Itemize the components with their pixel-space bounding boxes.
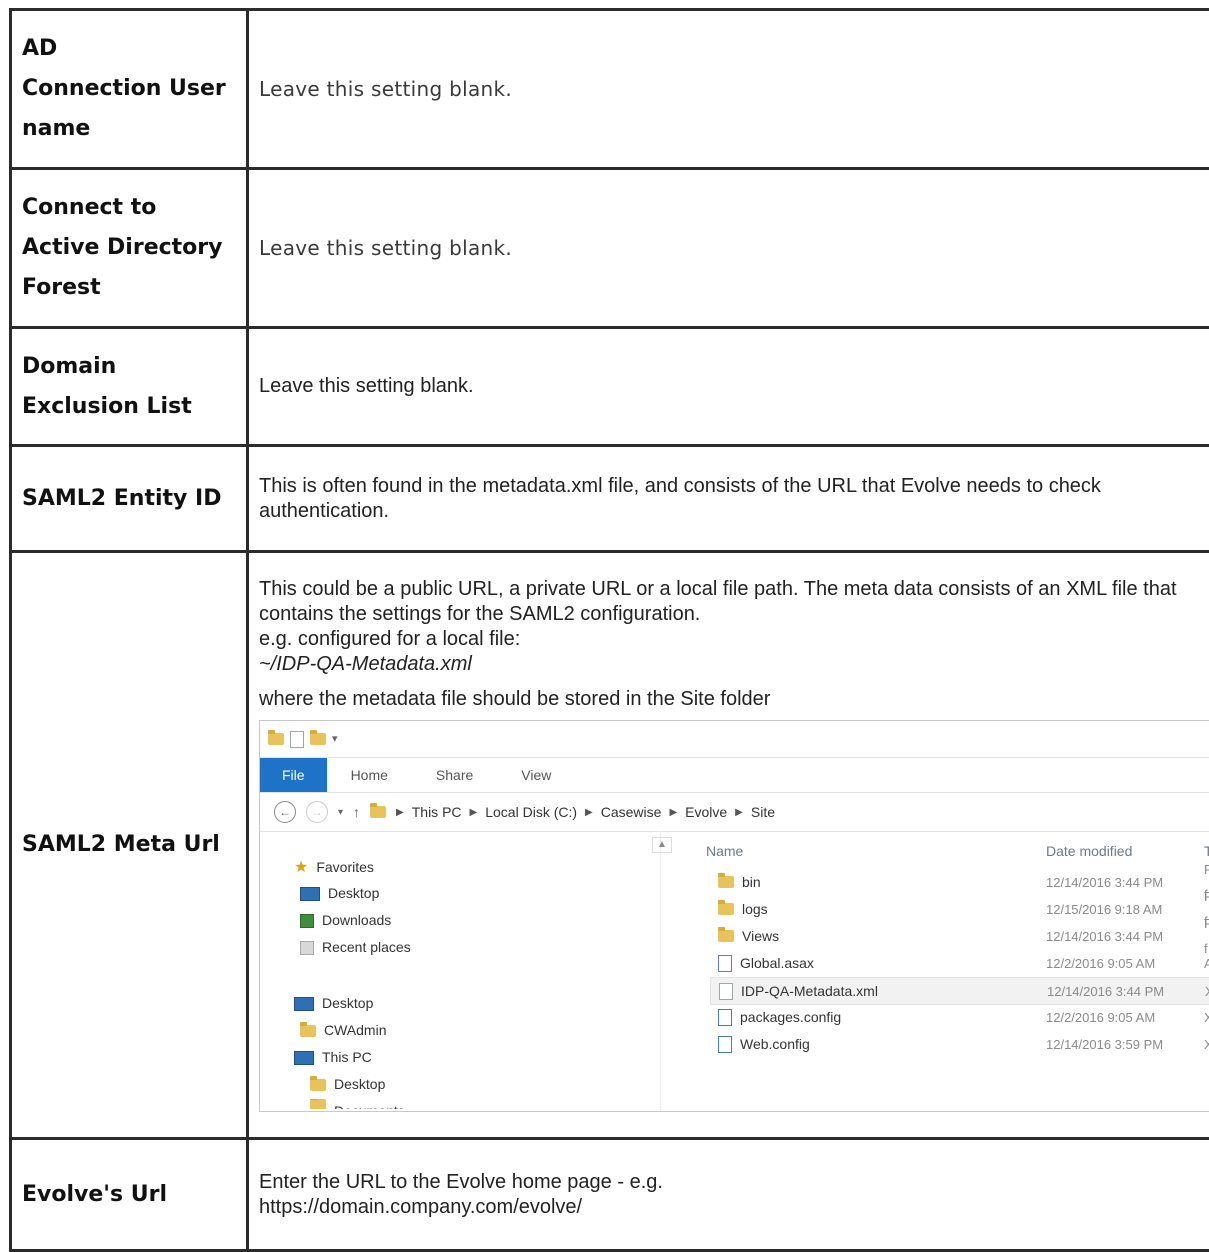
documents-icon bbox=[310, 1099, 326, 1109]
file-row[interactable]: Views 12/14/2016 3:44 PM File f bbox=[710, 923, 1209, 949]
ribbon-tabs: File Home Share View bbox=[260, 758, 1209, 793]
downloads-icon bbox=[300, 914, 314, 928]
description-text: e.g. configured for a local file: bbox=[259, 627, 1209, 652]
breadcrumb-item[interactable]: This PC bbox=[412, 800, 462, 825]
scroll-up-arrow-icon[interactable]: ▲ bbox=[652, 837, 672, 853]
nav-item-recent-places[interactable]: Recent places bbox=[300, 935, 411, 960]
file-row[interactable]: Web.config 12/14/2016 3:59 PM XML bbox=[710, 1031, 1209, 1057]
desktop-folder-icon bbox=[310, 1079, 326, 1091]
setting-label: SAML2 Entity ID bbox=[11, 446, 248, 552]
quick-access-toolbar: ▾ bbox=[260, 721, 1209, 758]
tab-view[interactable]: View bbox=[497, 763, 575, 788]
label-line: Exclusion List bbox=[22, 387, 246, 427]
qat-dropdown-icon: ▾ bbox=[332, 727, 338, 752]
column-header-name[interactable]: Name bbox=[706, 839, 743, 864]
config-file-icon bbox=[718, 1009, 732, 1026]
forward-button-icon[interactable]: → bbox=[306, 801, 328, 823]
setting-description: Leave this setting blank. bbox=[248, 10, 1209, 169]
recent-places-icon bbox=[300, 941, 314, 955]
tab-file[interactable]: File bbox=[260, 758, 327, 792]
setting-description: Leave this setting blank. bbox=[248, 169, 1209, 328]
table-row: SAML2 Meta Url This could be a public UR… bbox=[11, 552, 1209, 1139]
desktop-icon bbox=[300, 887, 320, 901]
label-line: Forest bbox=[22, 268, 246, 308]
back-button-icon[interactable]: ← bbox=[274, 801, 296, 823]
label-line: Active Directory bbox=[22, 228, 246, 268]
setting-description: Enter the URL to the Evolve home page - … bbox=[248, 1139, 1209, 1251]
folder-icon bbox=[310, 733, 326, 745]
tab-home[interactable]: Home bbox=[327, 763, 412, 788]
label-line: SAML2 Entity ID bbox=[22, 479, 246, 519]
file-row[interactable]: packages.config 12/2/2016 9:05 AM XML bbox=[710, 1004, 1209, 1030]
label-line: SAML2 Meta Url bbox=[22, 825, 246, 865]
table-row: Connect to Active Directory Forest Leave… bbox=[11, 169, 1209, 328]
folder-icon bbox=[268, 733, 284, 745]
nav-item-desktop[interactable]: Desktop bbox=[300, 881, 379, 906]
settings-table: AD Connection User name Leave this setti… bbox=[9, 8, 1209, 1252]
file-list-pane: Name Date modified Type bin 12/14/2016 3… bbox=[690, 831, 1209, 1111]
file-row[interactable]: logs 12/15/2016 9:18 AM File f bbox=[710, 896, 1209, 922]
table-row: AD Connection User name Leave this setti… bbox=[11, 10, 1209, 169]
tab-share[interactable]: Share bbox=[412, 763, 497, 788]
nav-item-desktop[interactable]: Desktop bbox=[294, 991, 373, 1016]
nav-item-favorites[interactable]: ★Favorites bbox=[294, 855, 374, 880]
table-row: SAML2 Entity ID This is often found in t… bbox=[11, 446, 1209, 552]
label-line: Evolve's Url bbox=[22, 1175, 246, 1215]
star-icon: ★ bbox=[294, 855, 308, 880]
label-line: Connection User bbox=[22, 69, 246, 109]
new-document-icon bbox=[290, 731, 304, 748]
setting-label: Connect to Active Directory Forest bbox=[11, 169, 248, 328]
breadcrumb-item[interactable]: Local Disk (C:) bbox=[485, 800, 577, 825]
setting-label: AD Connection User name bbox=[11, 10, 248, 169]
nav-item-downloads[interactable]: Downloads bbox=[300, 908, 391, 933]
breadcrumb-item[interactable]: Site bbox=[751, 800, 775, 825]
pc-icon bbox=[294, 1051, 314, 1065]
file-row[interactable]: IDP-QA-Metadata.xml 12/14/2016 3:44 PM X… bbox=[710, 977, 1209, 1005]
label-line: name bbox=[22, 109, 246, 149]
nav-item-cwadmin[interactable]: CWAdmin bbox=[300, 1018, 387, 1043]
table-row: Domain Exclusion List Leave this setting… bbox=[11, 328, 1209, 446]
table-row: Evolve's Url Enter the URL to the Evolve… bbox=[11, 1139, 1209, 1251]
desktop-icon bbox=[294, 997, 314, 1011]
nav-item-desktop[interactable]: Desktop bbox=[310, 1072, 385, 1097]
file-row[interactable]: bin 12/14/2016 3:44 PM File f bbox=[710, 869, 1209, 895]
url-text: https://domain.company.com/evolve/ bbox=[259, 1195, 1209, 1220]
folder-icon bbox=[718, 876, 734, 888]
folder-icon bbox=[718, 903, 734, 915]
nav-item-this-pc[interactable]: This PC bbox=[294, 1045, 372, 1070]
label-line: Domain bbox=[22, 347, 246, 387]
setting-label: Evolve's Url bbox=[11, 1139, 248, 1251]
xml-file-icon bbox=[719, 983, 733, 1000]
up-arrow-icon[interactable]: ↑ bbox=[353, 800, 360, 825]
breadcrumb: ▶This PC ▶Local Disk (C:) ▶Casewise ▶Evo… bbox=[396, 800, 775, 825]
column-header-date[interactable]: Date modified bbox=[1046, 839, 1132, 864]
folder-icon bbox=[718, 930, 734, 942]
setting-label: SAML2 Meta Url bbox=[11, 552, 248, 1139]
setting-description: Leave this setting blank. bbox=[248, 328, 1209, 446]
recent-locations-icon[interactable]: ▾ bbox=[338, 800, 343, 825]
description-text: Enter the URL to the Evolve home page - … bbox=[259, 1170, 1209, 1195]
address-bar: ← → ▾ ↑ ▶This PC ▶Local Disk (C:) ▶Casew… bbox=[260, 793, 1209, 832]
description-text: where the metadata file should be stored… bbox=[259, 687, 1209, 712]
label-line: AD bbox=[22, 29, 246, 69]
file-explorer-screenshot: ▾ File Home Share View ← → ▾ ↑ ▶This PC bbox=[259, 720, 1209, 1112]
breadcrumb-item[interactable]: Evolve bbox=[685, 800, 727, 825]
breadcrumb-item[interactable]: Casewise bbox=[601, 800, 662, 825]
navigation-pane: ▲ ★Favorites Desktop Downloads Recent pl… bbox=[260, 831, 661, 1111]
label-line: Connect to bbox=[22, 188, 246, 228]
user-folder-icon bbox=[300, 1025, 316, 1037]
setting-label: Domain Exclusion List bbox=[11, 328, 248, 446]
file-row[interactable]: Global.asax 12/2/2016 9:05 AM ASP. bbox=[710, 950, 1209, 976]
example-path: ~/IDP-QA-Metadata.xml bbox=[259, 652, 1209, 677]
nav-item-documents[interactable]: Documents bbox=[310, 1099, 405, 1109]
folder-icon bbox=[370, 806, 386, 818]
asax-file-icon bbox=[718, 955, 732, 972]
description-text: This could be a public URL, a private UR… bbox=[259, 577, 1209, 627]
setting-description: This could be a public URL, a private UR… bbox=[248, 552, 1209, 1139]
setting-description: This is often found in the metadata.xml … bbox=[248, 446, 1209, 552]
config-file-icon bbox=[718, 1036, 732, 1053]
